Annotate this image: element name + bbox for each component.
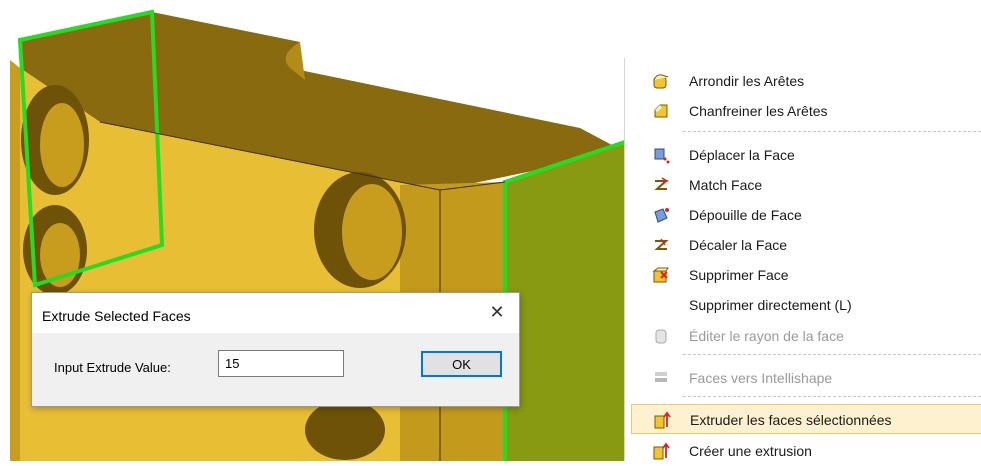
move-face-icon (652, 146, 670, 164)
hole-bottom-right (305, 400, 385, 460)
menu-item-supprimer-directement-l[interactable]: Supprimer directement (L) (625, 290, 981, 320)
extrude-value-label: Input Extrude Value: (54, 360, 171, 375)
menu-item-label: Décaler la Face (689, 237, 788, 253)
menu-item-label: Dépouille de Face (689, 207, 802, 223)
menu-item-chanfreiner-les-aretes[interactable]: Chanfreiner les Arêtes (625, 96, 981, 126)
menu-item-label: Match Face (689, 177, 763, 193)
extrude-value-input[interactable] (218, 350, 344, 377)
menu-item-label: Créer une extrusion (689, 443, 812, 459)
menu-item-match-face[interactable]: Match Face (625, 170, 981, 200)
create-extrusion-icon (652, 442, 670, 460)
menu-item-arrondir-les-aretes[interactable]: Arrondir les Arêtes (625, 66, 981, 96)
hole-right-inner (342, 184, 402, 280)
edit-face-radius-icon (652, 327, 670, 345)
menu-item-editer-le-rayon-de-la-face: Éditer le rayon de la face (625, 321, 981, 351)
hole-upper-left-inner (40, 103, 84, 187)
part-left-face[interactable] (10, 60, 20, 461)
menu-item-label: Chanfreiner les Arêtes (689, 103, 828, 119)
context-menu: Arrondir les Arêtes Chanfreiner les Arête… (624, 58, 981, 461)
menu-separator (683, 131, 981, 132)
dialog-title: Extrude Selected Faces (42, 308, 191, 324)
menu-item-faces-vers-intellishape: Faces vers Intellishape (625, 363, 981, 393)
menu-item-supprimer-face[interactable]: Supprimer Face (625, 260, 981, 290)
chamfer-edges-icon (652, 102, 670, 120)
menu-item-decaler-la-face[interactable]: Décaler la Face (625, 230, 981, 260)
selected-face[interactable] (505, 142, 625, 461)
menu-item-depouille-de-face[interactable]: Dépouille de Face (625, 200, 981, 230)
ok-button[interactable]: OK (421, 351, 502, 377)
close-icon[interactable]: ✕ (480, 299, 514, 325)
menu-item-creer-une-extrusion[interactable]: Créer une extrusion (625, 436, 981, 466)
menu-item-label: Arrondir les Arêtes (689, 73, 805, 89)
menu-item-label: Supprimer directement (L) (689, 297, 852, 313)
menu-item-label: Déplacer la Face (689, 147, 795, 163)
menu-item-extruder-les-faces-selectionnees[interactable]: Extruder les faces sélectionnées (631, 404, 981, 434)
menu-item-label: Supprimer Face (689, 267, 789, 283)
menu-item-label: Éditer le rayon de la face (689, 328, 844, 344)
draft-face-icon (652, 206, 670, 224)
faces-to-intellishape-icon (652, 369, 670, 387)
dialog-body: Input Extrude Value: OK (32, 333, 519, 406)
delete-face-icon (652, 266, 670, 284)
extrude-dialog: Extrude Selected Faces ✕ Input Extrude V… (31, 292, 520, 407)
menu-item-label: Faces vers Intellishape (689, 370, 833, 386)
menu-item-label: Extruder les faces sélectionnées (690, 412, 892, 428)
extrude-faces-icon (653, 411, 671, 429)
menu-separator (683, 354, 981, 355)
match-face-icon (652, 176, 670, 194)
offset-face-icon (652, 236, 670, 254)
menu-item-deplacer-la-face[interactable]: Déplacer la Face (625, 140, 981, 170)
round-edges-icon (652, 72, 670, 90)
menu-separator (683, 396, 981, 397)
